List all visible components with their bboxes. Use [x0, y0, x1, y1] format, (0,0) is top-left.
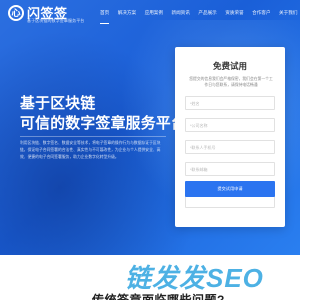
logo-subtitle: 基于区块链的数字签章服务平台 [27, 18, 85, 23]
hero-headline-line-2: 可信的数字签章服务平台 [20, 116, 187, 132]
logo-mark-icon: 心 [8, 5, 24, 21]
nav-item-products[interactable]: 产品展示 [198, 9, 216, 21]
section-title: 传统签章面临哪些问题? [92, 293, 225, 300]
hero-banner: 心 闪签签 基于区块链的数字签章服务平台 首页 解决方案 应用案例 新闻资讯 产… [0, 0, 300, 255]
phone-field[interactable] [185, 140, 275, 154]
email-field[interactable] [185, 162, 275, 176]
nav-item-cases[interactable]: 应用案例 [145, 9, 163, 21]
free-trial-form: 免费试用 您提交的信息我们会严格保密，我们会在第一个工作日与您联系，请保持电话畅… [175, 47, 285, 227]
top-nav: 心 闪签签 基于区块链的数字签章服务平台 首页 解决方案 应用案例 新闻资讯 产… [0, 0, 300, 28]
nav-item-partners[interactable]: 合作客户 [252, 9, 270, 21]
nav-links: 首页 解决方案 应用案例 新闻资讯 产品展示 资质荣誉 合作客户 关于我们 登录 [100, 9, 300, 24]
nav-item-honors[interactable]: 资质荣誉 [225, 9, 243, 21]
nav-item-solutions[interactable]: 解决方案 [118, 9, 136, 21]
hero-headline-line-1: 基于区块链 [20, 96, 96, 112]
company-field[interactable] [185, 118, 275, 132]
nav-item-home[interactable]: 首页 [100, 9, 110, 24]
nav-item-about[interactable]: 关于我们 [279, 9, 297, 21]
logo[interactable]: 心 闪签签 基于区块链的数字签章服务平台 [8, 3, 88, 25]
hero-divider [20, 136, 166, 137]
submit-trial-button[interactable]: 提交试用申请 [185, 181, 275, 197]
name-field[interactable] [185, 96, 275, 110]
form-title: 免费试用 [212, 61, 247, 71]
nav-item-news[interactable]: 新闻资讯 [171, 9, 189, 21]
form-description: 您提交的信息我们会严格保密，我们会在第一个工作日与您联系，请保持电话畅通 [189, 77, 273, 87]
hero-description: 利用区块链、数字签名、数据安全等技术，将电子签章的操作行为与数据存证于区块链，保… [20, 141, 161, 159]
